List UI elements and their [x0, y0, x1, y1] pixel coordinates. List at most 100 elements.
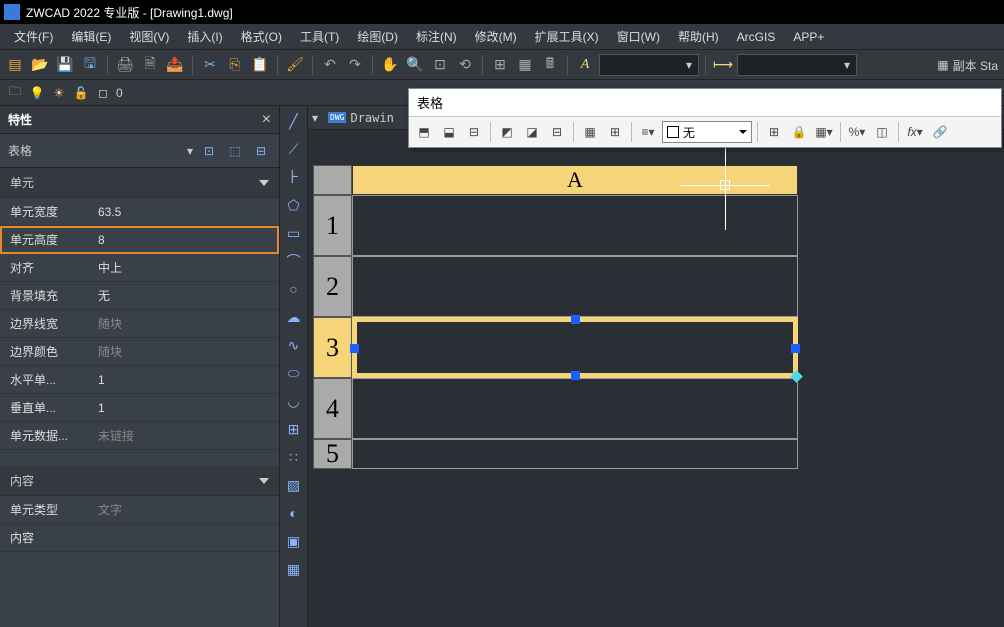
- table-col-header-a[interactable]: A: [352, 165, 798, 195]
- insert-row-above-icon[interactable]: ⬒: [413, 121, 435, 143]
- cell-height-value[interactable]: 8: [92, 233, 279, 247]
- table-row-1-label[interactable]: 1: [313, 195, 352, 256]
- spline-icon[interactable]: ∿: [283, 334, 305, 356]
- dim-style-combo[interactable]: ▾: [737, 54, 857, 76]
- menu-window[interactable]: 窗口(W): [609, 25, 668, 48]
- table-row-5-label[interactable]: 5: [313, 439, 352, 469]
- table-cell-a4[interactable]: [352, 378, 798, 439]
- percent-icon[interactable]: %▾: [846, 121, 868, 143]
- insert-col-left-icon[interactable]: ◩: [496, 121, 518, 143]
- grip-top[interactable]: [571, 315, 580, 324]
- zoom-prev-button[interactable]: ⟲: [454, 54, 476, 76]
- preview-button[interactable]: 🗎: [139, 54, 161, 76]
- undo-button[interactable]: ↶: [319, 54, 341, 76]
- block-icon[interactable]: ⊞: [283, 418, 305, 440]
- zoom-in-button[interactable]: 🔍: [404, 54, 426, 76]
- calc-button[interactable]: 🖩: [539, 54, 561, 76]
- pick-add-icon[interactable]: ⬚: [225, 141, 245, 161]
- block-insert-icon[interactable]: ◫: [871, 121, 893, 143]
- row-align[interactable]: 对齐 中上: [0, 254, 279, 282]
- zoom-window-button[interactable]: ⊡: [429, 54, 451, 76]
- text-style-combo[interactable]: ▾: [599, 54, 699, 76]
- menu-format[interactable]: 格式(O): [233, 25, 290, 48]
- line-icon[interactable]: ╱: [283, 110, 305, 132]
- hatch-icon[interactable]: ▨: [283, 474, 305, 496]
- menu-dim[interactable]: 标注(N): [408, 25, 465, 48]
- text-style-icon[interactable]: A: [574, 54, 596, 76]
- insert-col-right-icon[interactable]: ◪: [521, 121, 543, 143]
- align-value[interactable]: 中上: [92, 259, 279, 276]
- properties-close-button[interactable]: ×: [262, 111, 271, 129]
- cell-lock-icon[interactable]: 🔒: [788, 121, 810, 143]
- menu-modify[interactable]: 修改(M): [467, 25, 525, 48]
- table-cell-a1[interactable]: [352, 195, 798, 256]
- xline-icon[interactable]: ⟋: [283, 138, 305, 160]
- section-unit[interactable]: 单元: [0, 168, 279, 198]
- table-style-icon[interactable]: ▦: [937, 58, 948, 72]
- selection-dropdown-arrow[interactable]: ▾: [187, 144, 193, 158]
- formula-icon[interactable]: fx▾: [904, 121, 926, 143]
- table-corner-cell[interactable]: [313, 165, 352, 195]
- section-content[interactable]: 内容: [0, 466, 279, 496]
- layer-freeze-icon[interactable]: ☀: [50, 84, 68, 102]
- polygon-icon[interactable]: ⬠: [283, 194, 305, 216]
- row-cell-type[interactable]: 单元类型 文字: [0, 496, 279, 524]
- row-bg[interactable]: 背景填充 无: [0, 282, 279, 310]
- row-cell-height[interactable]: 单元高度 8: [0, 226, 279, 254]
- table-row-2-label[interactable]: 2: [313, 256, 352, 317]
- data-format-icon[interactable]: ▦▾: [813, 121, 835, 143]
- region-icon[interactable]: ▣: [283, 530, 305, 552]
- menu-file[interactable]: 文件(F): [6, 25, 61, 48]
- redo-button[interactable]: ↷: [344, 54, 366, 76]
- cell-type-value[interactable]: 文字: [92, 501, 279, 518]
- menu-help[interactable]: 帮助(H): [670, 25, 727, 48]
- layer-on-icon[interactable]: 💡: [28, 84, 46, 102]
- new-button[interactable]: ▤: [4, 54, 26, 76]
- bg-value[interactable]: 无: [92, 287, 279, 304]
- menu-view[interactable]: 视图(V): [121, 25, 177, 48]
- h-unit-value[interactable]: 1: [92, 373, 279, 387]
- table-row-3-label[interactable]: 3: [313, 317, 352, 378]
- ellipse-arc-icon[interactable]: ◡: [283, 390, 305, 412]
- paste-button[interactable]: 📋: [249, 54, 271, 76]
- insert-row-below-icon[interactable]: ⬓: [438, 121, 460, 143]
- toggle-pim-icon[interactable]: ⊟: [251, 141, 271, 161]
- quick-select-icon[interactable]: ⊡: [199, 141, 219, 161]
- gradient-icon[interactable]: ◐: [283, 502, 305, 524]
- grid-button[interactable]: ⊞: [489, 54, 511, 76]
- layer-color-icon[interactable]: ◻: [94, 84, 112, 102]
- dim-style-icon[interactable]: ⟼: [712, 54, 734, 76]
- grip-left[interactable]: [350, 344, 359, 353]
- rectangle-icon[interactable]: ▭: [283, 222, 305, 244]
- row-v-unit[interactable]: 垂直单... 1: [0, 394, 279, 422]
- match-button[interactable]: 🖌: [284, 54, 306, 76]
- circle-icon[interactable]: ○: [283, 278, 305, 300]
- row-h-unit[interactable]: 水平单... 1: [0, 366, 279, 394]
- table-floating-toolbar[interactable]: 表格 ⬒ ⬓ ⊟ ◩ ◪ ⊟ ▦ ⊞ ≡▾ 无 ⊞ 🔒 ▦▾ %▾ ◫ fx▾ …: [408, 88, 1002, 148]
- table-cell-a5[interactable]: [352, 439, 798, 469]
- row-border-width[interactable]: 边界线宽 随块: [0, 310, 279, 338]
- drawing-tab[interactable]: DWG Drawin: [322, 109, 400, 127]
- cell-data-value[interactable]: 未链接: [92, 427, 279, 444]
- link-icon[interactable]: 🔗: [929, 121, 951, 143]
- publish-button[interactable]: 📤: [164, 54, 186, 76]
- selection-type[interactable]: 表格: [8, 142, 181, 159]
- menu-app[interactable]: APP+: [785, 27, 832, 47]
- bg-fill-combo[interactable]: 无: [662, 121, 752, 143]
- drawing-canvas[interactable]: A 1 2 3: [308, 130, 1004, 627]
- save-button[interactable]: 💾: [54, 54, 76, 76]
- menu-arcgis[interactable]: ArcGIS: [729, 27, 784, 47]
- revcloud-icon[interactable]: ☁: [283, 306, 305, 328]
- copy-button[interactable]: ⎘: [224, 54, 246, 76]
- table-row-4-label[interactable]: 4: [313, 378, 352, 439]
- cell-width-value[interactable]: 63.5: [92, 205, 279, 219]
- layer-manager-icon[interactable]: 🗀: [6, 84, 24, 102]
- polyline-icon[interactable]: ⺊: [283, 166, 305, 188]
- menu-edit[interactable]: 编辑(E): [63, 25, 119, 48]
- cut-button[interactable]: ✂: [199, 54, 221, 76]
- table-toolbar-title[interactable]: 表格: [409, 89, 1001, 117]
- border-color-value[interactable]: 随块: [92, 343, 279, 360]
- tab-dropdown-arrow[interactable]: ▾: [312, 111, 318, 125]
- delete-row-icon[interactable]: ⊟: [463, 121, 485, 143]
- menu-ext[interactable]: 扩展工具(X): [527, 25, 607, 48]
